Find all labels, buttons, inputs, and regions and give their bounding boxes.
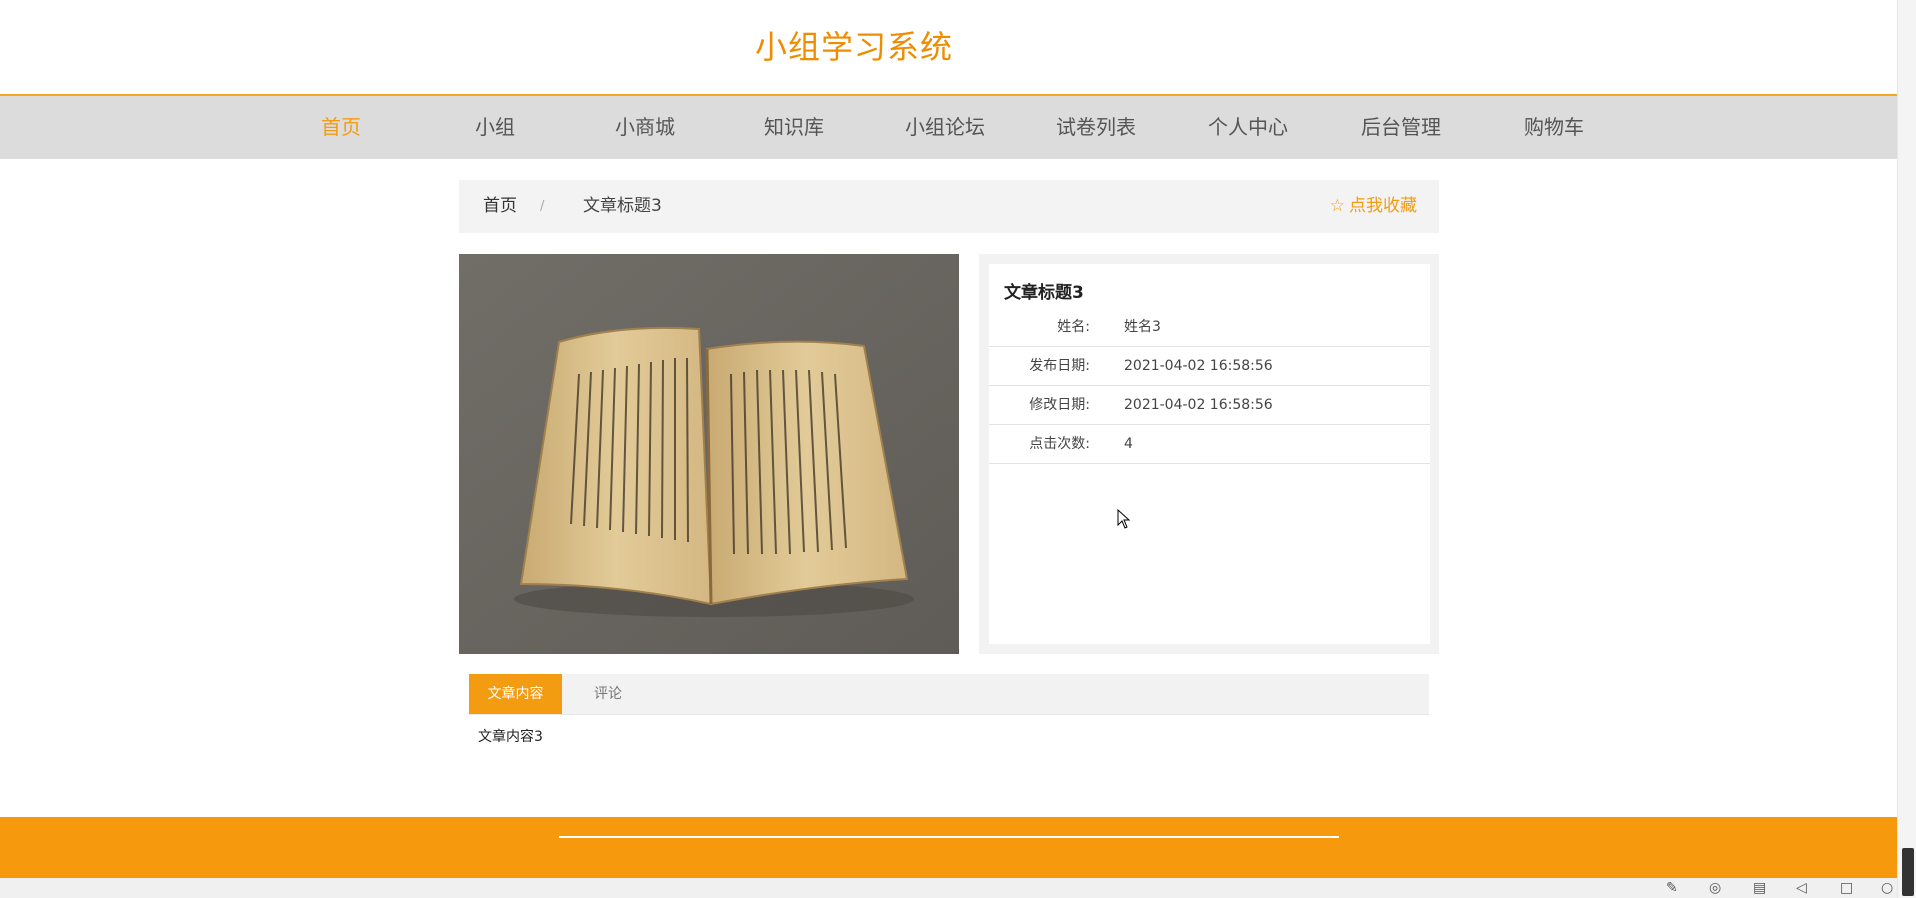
scrollbar-thumb[interactable] xyxy=(1902,848,1914,896)
info-row-name: 姓名: 姓名3 xyxy=(989,308,1430,347)
article-info-card: 文章标题3 姓名: 姓名3 发布日期: 2021-04-02 16:58:56 … xyxy=(989,264,1430,644)
info-value: 2021-04-02 16:58:56 xyxy=(1124,397,1273,413)
breadcrumb-separator: / xyxy=(540,199,545,214)
info-label: 点击次数: xyxy=(1029,436,1090,452)
trash-icon[interactable]: ▤ xyxy=(1753,880,1766,896)
nav-item-profile[interactable]: 个人中心 xyxy=(1208,96,1288,159)
article-content-text: 文章内容3 xyxy=(478,729,543,745)
window-icon[interactable]: □ xyxy=(1840,880,1853,896)
nav-item-home[interactable]: 首页 xyxy=(321,96,361,159)
footer-divider xyxy=(559,836,1339,838)
breadcrumb: 首页 / 文章标题3 ☆ 点我收藏 xyxy=(459,180,1439,233)
info-row-publish-date: 发布日期: 2021-04-02 16:58:56 xyxy=(989,347,1430,386)
page-scrollbar[interactable] xyxy=(1897,0,1916,898)
nav-item-shop[interactable]: 小商城 xyxy=(615,96,675,159)
favorite-button[interactable]: ☆ 点我收藏 xyxy=(1330,180,1417,233)
article-tabs: 文章内容 评论 xyxy=(469,674,1429,715)
tab-article-content[interactable]: 文章内容 xyxy=(469,674,562,714)
nav-item-group[interactable]: 小组 xyxy=(475,96,515,159)
mouse-cursor-icon xyxy=(1117,509,1131,529)
info-value: 2021-04-02 16:58:56 xyxy=(1124,358,1273,374)
info-value: 姓名3 xyxy=(1124,319,1161,335)
breadcrumb-current: 文章标题3 xyxy=(583,196,662,216)
pin-icon[interactable]: ✎ xyxy=(1666,880,1678,896)
taskbar: ✎ ◎ ▤ ◁ □ ○ xyxy=(0,878,1897,898)
site-title: 小组学习系统 xyxy=(755,28,954,66)
main-nav: 首页 小组 小商城 知识库 小组论坛 试卷列表 个人中心 后台管理 购物车 xyxy=(0,96,1897,159)
network-icon[interactable]: ◎ xyxy=(1709,880,1721,896)
site-footer xyxy=(0,817,1897,878)
article-image xyxy=(459,254,959,654)
speaker-icon[interactable]: ◁ xyxy=(1796,880,1807,896)
info-label: 发布日期: xyxy=(1029,358,1090,374)
nav-item-cart[interactable]: 购物车 xyxy=(1524,96,1584,159)
favorite-label: 点我收藏 xyxy=(1349,196,1417,216)
info-row-modify-date: 修改日期: 2021-04-02 16:58:56 xyxy=(989,386,1430,425)
info-row-click-count: 点击次数: 4 xyxy=(989,425,1430,464)
info-label: 修改日期: xyxy=(1029,397,1090,413)
article-info-panel: 文章标题3 姓名: 姓名3 发布日期: 2021-04-02 16:58:56 … xyxy=(979,254,1439,654)
info-label: 姓名: xyxy=(1057,319,1090,335)
nav-item-knowledge[interactable]: 知识库 xyxy=(764,96,824,159)
info-value: 4 xyxy=(1124,436,1133,452)
article-title: 文章标题3 xyxy=(1004,283,1084,303)
star-outline-icon: ☆ xyxy=(1329,196,1345,216)
nav-item-admin[interactable]: 后台管理 xyxy=(1361,96,1441,159)
breadcrumb-home[interactable]: 首页 xyxy=(483,180,517,233)
site-header: 小组学习系统 xyxy=(0,0,1897,96)
tab-comments[interactable]: 评论 xyxy=(594,674,622,714)
search-icon[interactable]: ○ xyxy=(1881,880,1893,896)
nav-item-exams[interactable]: 试卷列表 xyxy=(1056,96,1136,159)
nav-item-forum[interactable]: 小组论坛 xyxy=(905,96,985,159)
